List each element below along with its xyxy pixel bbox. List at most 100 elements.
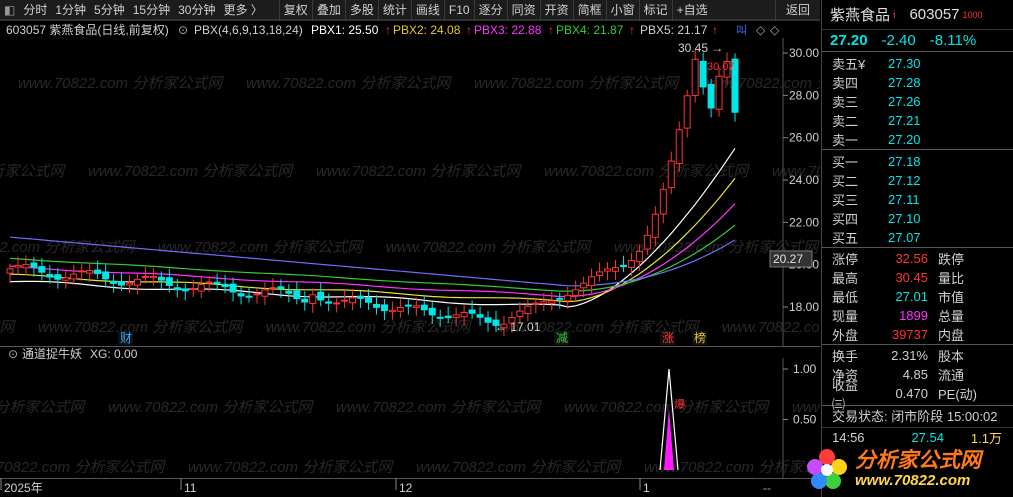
toolbar-item[interactable]: 30分钟 <box>174 0 219 20</box>
ask-row[interactable]: 卖一 27.20 <box>822 130 1013 149</box>
stat-label: 量比 <box>938 271 965 286</box>
candle-body <box>94 269 102 275</box>
chart-toolbar: ◧ 分时 1分钟 5分钟 15分钟 30分钟 更多 〉复权 叠加 多股 统计 画线 F10 逐分 同资开… <box>0 0 820 20</box>
candle-body <box>452 314 460 319</box>
event-tag[interactable]: 涨 <box>662 330 674 345</box>
toolbar-item[interactable]: 画线 <box>410 0 444 20</box>
site-logo: 分析家公式网 www.70822.com <box>805 444 1013 494</box>
candle-body <box>365 297 373 303</box>
stat-label: 现量 <box>832 309 859 324</box>
event-tag[interactable]: 减 <box>556 331 568 345</box>
bid-row[interactable]: 买三 27.11 <box>822 190 1013 209</box>
toolbar-item[interactable]: 1分钟 <box>51 0 90 20</box>
candle-body <box>309 294 317 304</box>
toolbar-item[interactable]: 5分钟 <box>90 0 129 20</box>
ask-row[interactable]: 卖五¥ 27.30 <box>822 54 1013 73</box>
stat-label: 跌停 <box>938 252 965 267</box>
candle-body <box>667 160 675 189</box>
tick-time: 14:56 <box>832 430 865 445</box>
watermark-text: www.70822.com 分析家公式网 <box>336 399 542 416</box>
toolbar-item[interactable]: 标记 <box>638 0 672 20</box>
date-tick-label: 11 <box>184 481 197 495</box>
indicator-settings-icon[interactable]: ⊙ <box>178 23 188 37</box>
toolbar-item[interactable]: 逐分 <box>473 0 507 20</box>
stock-title: 紫燕食品 i 603057 1000 <box>822 0 1013 30</box>
bid-price: 27.11 <box>888 192 920 207</box>
candle-body <box>420 304 428 311</box>
candle-body <box>46 273 54 278</box>
bid-row[interactable]: 买四 27.10 <box>822 209 1013 228</box>
stat-label: 外盘 <box>832 328 859 343</box>
event-tag[interactable]: 榜 <box>694 330 706 345</box>
candle-body <box>229 283 237 293</box>
candle-body <box>6 268 14 274</box>
kline-chart[interactable]: 603057 紫燕食品(日线,前复权) ⊙ PBX(4,6,9,13,18,24… <box>0 20 998 497</box>
candle-body <box>253 293 261 296</box>
ask-row[interactable]: 卖三 27.26 <box>822 92 1013 111</box>
ask-price: 27.20 <box>888 132 921 147</box>
panel-toggle-icon[interactable]: ◧ <box>0 0 19 20</box>
kline-chart-area[interactable]: 603057 紫燕食品(日线,前复权) ⊙ PBX(4,6,9,13,18,24… <box>0 20 998 497</box>
ask-label: 卖一 <box>832 133 859 148</box>
candle-body <box>54 274 62 280</box>
scroll-more-icon[interactable]: -- <box>763 481 771 495</box>
date-tick-label: 2025年 <box>4 481 43 495</box>
toolbar-item[interactable]: 统计 <box>377 0 411 20</box>
chart-mode-icon[interactable]: 叫 <box>736 24 747 37</box>
toolbar-item[interactable]: 15分钟 <box>129 0 174 20</box>
candle-body <box>540 301 548 305</box>
toolbar-item[interactable]: 叠加 <box>311 0 345 20</box>
sub-settings-icon[interactable]: ⊙ <box>8 347 18 361</box>
bid-row[interactable]: 买二 27.12 <box>822 171 1013 190</box>
candle-body <box>532 302 540 305</box>
toolbar-item[interactable]: 小窗 <box>605 0 639 20</box>
stat-value: 39737 <box>891 327 928 342</box>
bid-row[interactable]: 买一 27.18 <box>822 152 1013 171</box>
candle-body <box>516 310 524 317</box>
date-tick-label: 1 <box>643 481 650 495</box>
toolbar-item[interactable]: 分时 <box>19 0 51 20</box>
toolbar-item[interactable]: F10 <box>443 0 474 20</box>
price-change: -2.40 <box>881 32 916 49</box>
bid-row[interactable]: 买五 27.07 <box>822 228 1013 247</box>
diamond-icon-2[interactable]: ◇ <box>770 23 780 37</box>
ask-row[interactable]: 卖四 27.28 <box>822 73 1013 92</box>
watermark-text: www.70822.com 分析家公式网 <box>246 75 452 92</box>
toolbar-item[interactable]: 简框 <box>572 0 606 20</box>
candle-body <box>165 277 173 286</box>
tick-price: 27.54 <box>911 430 944 445</box>
info-icon[interactable]: i <box>893 9 895 21</box>
watermark-text: www.70822.com 分析家公式网 <box>0 239 136 256</box>
watermark-layer: www.70822.com 分析家公式网 www.70822.com 分析家公式网… <box>0 75 998 476</box>
watermark-text: www.70822.com 分析家公式网 <box>18 75 224 92</box>
indicator-formula[interactable]: PBX(4,6,9,13,18,24) <box>194 23 303 37</box>
sub-indicator-name[interactable]: 通道捉牛妖 <box>22 346 82 361</box>
sub-indicator-xg: XG: 0.00 <box>90 347 138 361</box>
sub-axis: 1.00 0.50 <box>783 362 817 427</box>
ask-row[interactable]: 卖二 27.21 <box>822 111 1013 130</box>
toolbar-item[interactable]: 多股 <box>344 0 378 20</box>
candle-body <box>460 312 468 318</box>
toolbar-item[interactable]: 同资 <box>506 0 540 20</box>
candle-body <box>357 295 365 299</box>
logo-url: www.70822.com <box>855 471 971 489</box>
bid-list: 买一 27.18 买二 27.12 买三 27.11 买四 27.10 买五 27.07 <box>822 149 1013 247</box>
stats-section-2: 换手 2.31% 股本 净资 4.85 流通 收益㈢ 0.470 PE(动) <box>822 344 1013 412</box>
toolbar-item[interactable]: 返回 <box>774 0 820 20</box>
bid-label: 买三 <box>832 193 859 208</box>
diamond-icon[interactable]: ◇ <box>756 23 766 37</box>
toolbar-item[interactable]: 更多 〉 <box>219 0 266 20</box>
event-tag[interactable]: 财 <box>120 331 132 345</box>
candle-body <box>404 304 412 307</box>
candle-body <box>173 287 181 291</box>
toolbar-item[interactable]: 复权 <box>278 0 312 20</box>
candle-body <box>611 267 619 272</box>
pbx2-arrow-icon: ↑ <box>466 23 472 37</box>
candle-body <box>245 295 253 298</box>
toolbar-item[interactable]: 开资 <box>539 0 573 20</box>
bid-label: 买一 <box>832 155 859 170</box>
candle-body <box>572 289 580 297</box>
candle-body <box>380 304 388 312</box>
toolbar-item[interactable]: +自选 <box>671 0 712 20</box>
watermark-text: www.70822.com 分析家公式网 <box>0 319 16 336</box>
